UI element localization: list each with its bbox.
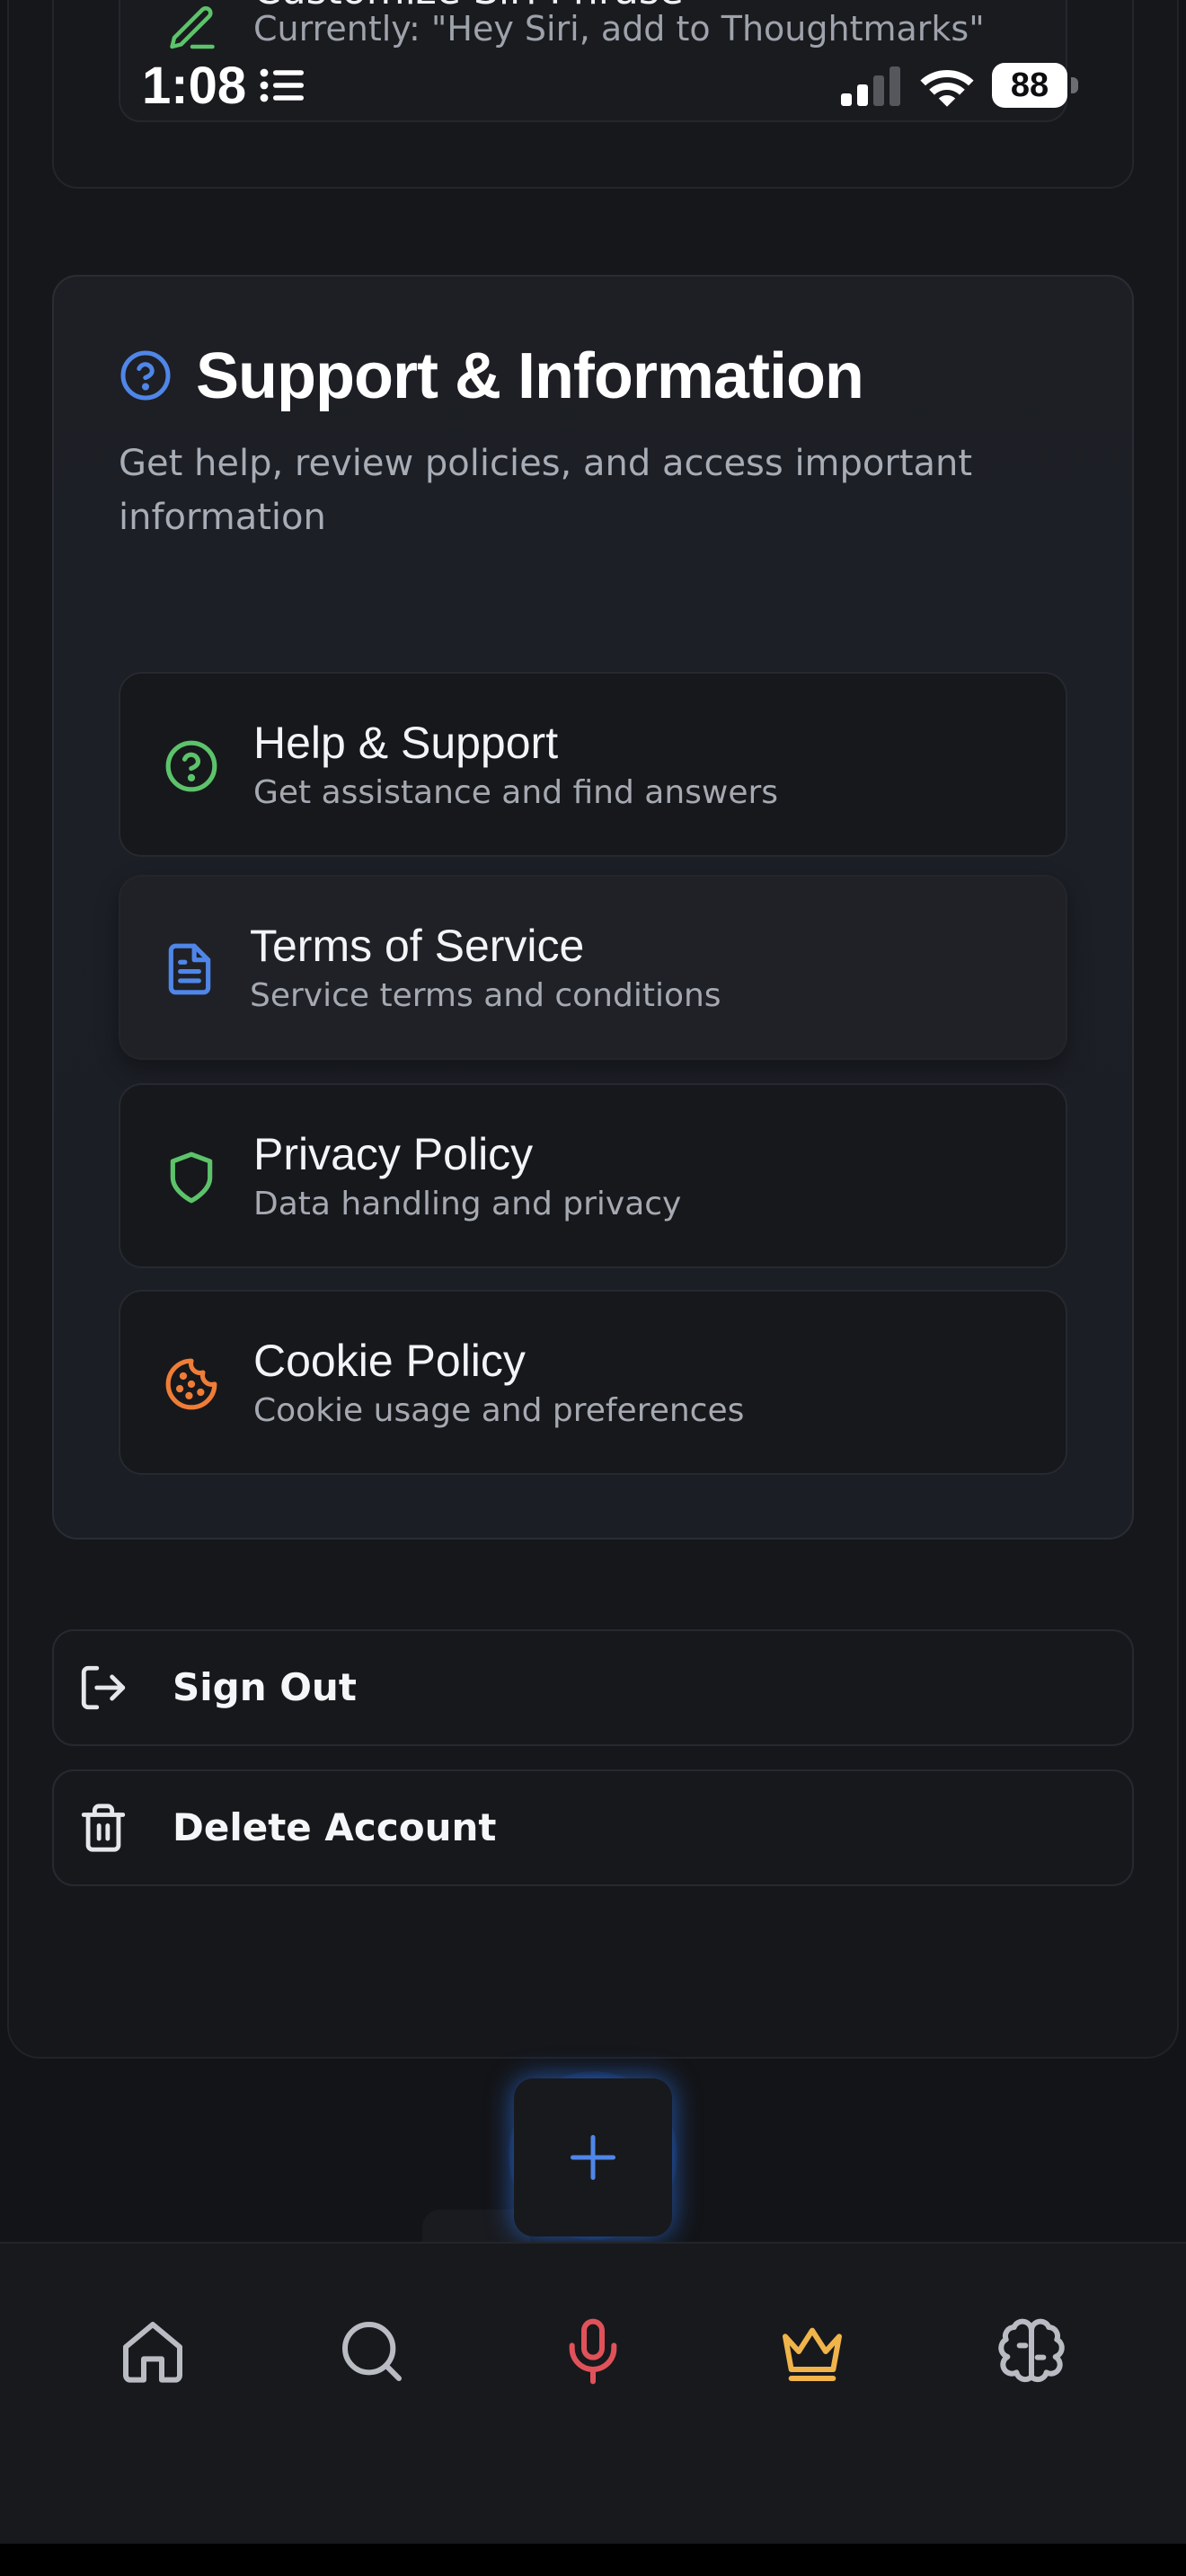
item-subtitle: Get assistance and find answers [253, 774, 779, 811]
delete-account-label: Delete Account [173, 1805, 497, 1849]
shield-icon [170, 1151, 213, 1204]
item-title: Cookie Policy [253, 1336, 526, 1386]
brain-icon[interactable] [996, 2316, 1067, 2387]
privacy-policy-item[interactable]: Privacy Policy Data handling and privacy [119, 1083, 1067, 1268]
wifi-icon [920, 70, 974, 107]
home-indicator-strip [0, 2544, 1186, 2576]
log-out-icon [81, 1665, 126, 1710]
terms-of-service-item[interactable]: Terms of Service Service terms and condi… [119, 875, 1067, 1060]
help-circle-icon [165, 740, 217, 792]
item-subtitle: Service terms and conditions [250, 977, 721, 1014]
battery-indicator: 88 [992, 63, 1067, 108]
microphone-icon[interactable] [557, 2316, 629, 2387]
cellular-signal-icon [841, 66, 900, 106]
settings-screen: Customize Siri Phrase Currently: "Hey Si… [0, 0, 1186, 2576]
item-subtitle: Cookie usage and preferences [253, 1392, 745, 1429]
section-description: Get help, review policies, and access im… [119, 443, 973, 538]
help-circle-icon [120, 350, 171, 401]
document-icon [168, 943, 211, 995]
bottom-tab-bar [0, 2242, 1186, 2544]
plus-icon [571, 2135, 615, 2180]
sign-out-label: Sign Out [173, 1665, 357, 1709]
help-support-item[interactable]: Help & Support Get assistance and find a… [119, 672, 1067, 857]
item-subtitle: Data handling and privacy [253, 1186, 682, 1222]
item-title: Terms of Service [250, 921, 585, 971]
item-title: Privacy Policy [253, 1129, 534, 1179]
cookie-icon [165, 1358, 217, 1410]
search-icon[interactable] [336, 2316, 408, 2387]
support-information-card: Support & Information Get help, review p… [52, 275, 1134, 1539]
delete-account-button[interactable]: Delete Account [52, 1769, 1134, 1886]
status-bar: 1:08 88 [0, 50, 1186, 122]
crown-icon[interactable] [776, 2316, 848, 2387]
status-time: 1:08 [142, 57, 247, 115]
pencil-icon [170, 5, 215, 49]
siri-row-subtitle: Currently: "Hey Siri, add to Thoughtmark… [253, 9, 985, 49]
cookie-policy-item[interactable]: Cookie Policy Cookie usage and preferenc… [119, 1290, 1067, 1475]
item-title: Help & Support [253, 718, 559, 768]
sign-out-button[interactable]: Sign Out [52, 1629, 1134, 1746]
home-icon[interactable] [117, 2316, 189, 2387]
section-title: Support & Information [196, 340, 864, 412]
trash-icon [81, 1804, 126, 1852]
battery-tip [1071, 77, 1078, 93]
list-icon [260, 68, 304, 102]
